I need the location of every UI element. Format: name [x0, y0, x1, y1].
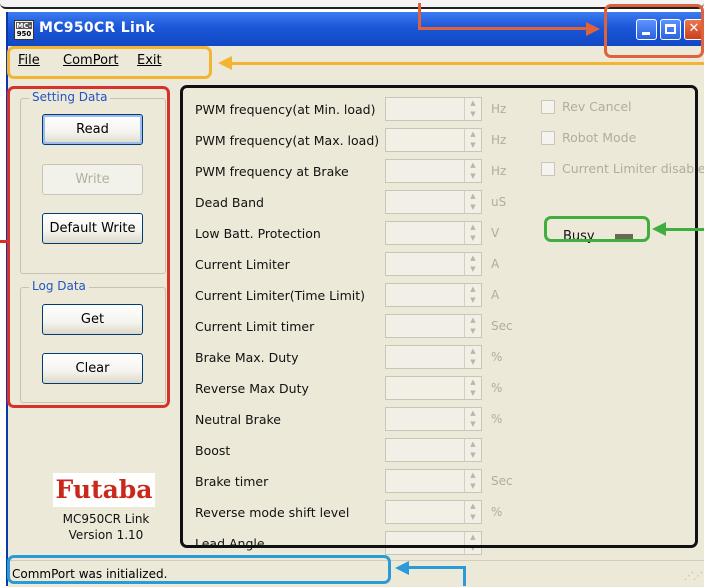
annotation-status — [7, 555, 391, 584]
annotation-arrow-line — [463, 566, 466, 586]
app-icon: MC- 950 — [14, 20, 34, 40]
annotation-param-panel — [180, 85, 698, 548]
annotation-arrow-line — [418, 3, 421, 29]
annotation-arrow-head — [586, 22, 600, 36]
annotation-arrow-line — [230, 62, 704, 65]
resize-grip-icon[interactable]: ⋰⋰ — [684, 571, 703, 582]
annotation-arrow-line — [0, 240, 8, 243]
annotation-arrow-line — [418, 27, 590, 30]
annotation-menu — [7, 46, 212, 79]
futaba-logo: Futaba — [53, 473, 155, 507]
version-label: Version 1.10 — [68, 528, 144, 542]
annotation-arrow-line — [664, 228, 704, 231]
annotation-arrow-line — [408, 566, 466, 569]
product-name: MC950CR Link — [62, 512, 150, 526]
annotation-arrow-head — [652, 222, 666, 236]
annotation-busy — [544, 216, 650, 242]
annotation-left-panel — [7, 86, 170, 408]
annotation-arrow-head — [395, 561, 409, 575]
annotation-frame-top — [0, 0, 704, 9]
window-title: MC950CR Link — [39, 20, 155, 36]
annotation-arrow-head — [218, 56, 232, 70]
annotation-titlebar-buttons — [604, 4, 704, 58]
